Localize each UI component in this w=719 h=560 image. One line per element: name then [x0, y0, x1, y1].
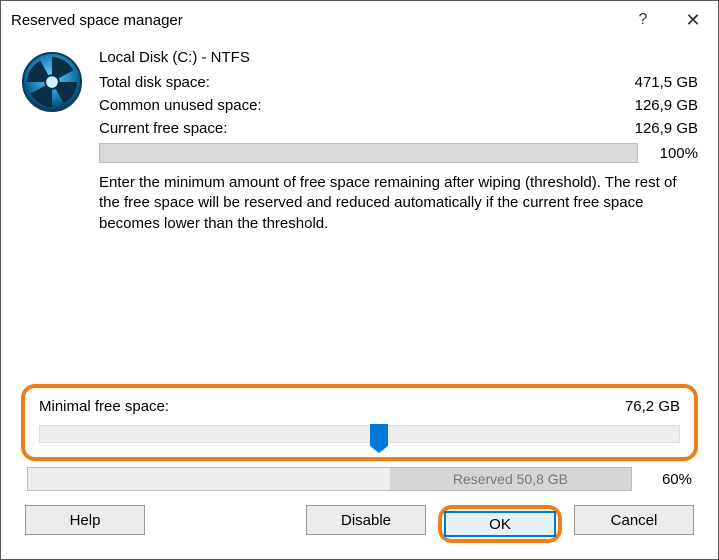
titlebar: Reserved space manager ? ✕ — [1, 1, 718, 39]
app-icon — [21, 49, 83, 242]
button-row: Help Disable OK Cancel — [21, 505, 698, 543]
dialog-window: Reserved space manager ? ✕ — [0, 0, 719, 560]
close-icon[interactable]: ✕ — [668, 1, 718, 39]
threshold-description: Enter the minimum amount of free space r… — [99, 173, 698, 234]
free-space-percent: 100% — [648, 145, 698, 162]
minimal-free-space-value: 76,2 GB — [625, 398, 680, 415]
total-space-value: 471,5 GB — [635, 74, 698, 91]
reserved-bar: Reserved 50,8 GB — [27, 467, 632, 491]
free-space-bar-fill — [100, 144, 637, 162]
slider-thumb[interactable] — [370, 424, 388, 446]
reserved-label: Reserved 50,8 GB — [453, 471, 568, 487]
common-unused-label: Common unused space: — [99, 97, 262, 114]
dialog-content: Local Disk (C:) - NTFS Total disk space:… — [1, 39, 718, 559]
minimal-free-space-label: Minimal free space: — [39, 398, 169, 415]
free-space-bar — [99, 143, 638, 163]
window-title: Reserved space manager — [11, 12, 618, 29]
minimal-free-space-slider[interactable] — [39, 425, 680, 443]
disable-button[interactable]: Disable — [306, 505, 426, 535]
help-button[interactable]: Help — [25, 505, 145, 535]
free-space-value: 126,9 GB — [635, 120, 698, 137]
disk-name: Local Disk (C:) - NTFS — [99, 49, 698, 66]
help-icon[interactable]: ? — [618, 1, 668, 39]
free-space-label: Current free space: — [99, 120, 227, 137]
common-unused-value: 126,9 GB — [635, 97, 698, 114]
reserved-percent: 60% — [642, 471, 692, 488]
reserved-bar-fill: Reserved 50,8 GB — [390, 468, 631, 490]
ok-button[interactable]: OK — [444, 511, 556, 537]
total-space-label: Total disk space: — [99, 74, 210, 91]
minimal-free-space-section: Minimal free space: 76,2 GB — [21, 384, 698, 461]
cancel-button[interactable]: Cancel — [574, 505, 694, 535]
ok-button-highlight: OK — [438, 505, 562, 543]
disk-info: Local Disk (C:) - NTFS Total disk space:… — [99, 49, 698, 242]
